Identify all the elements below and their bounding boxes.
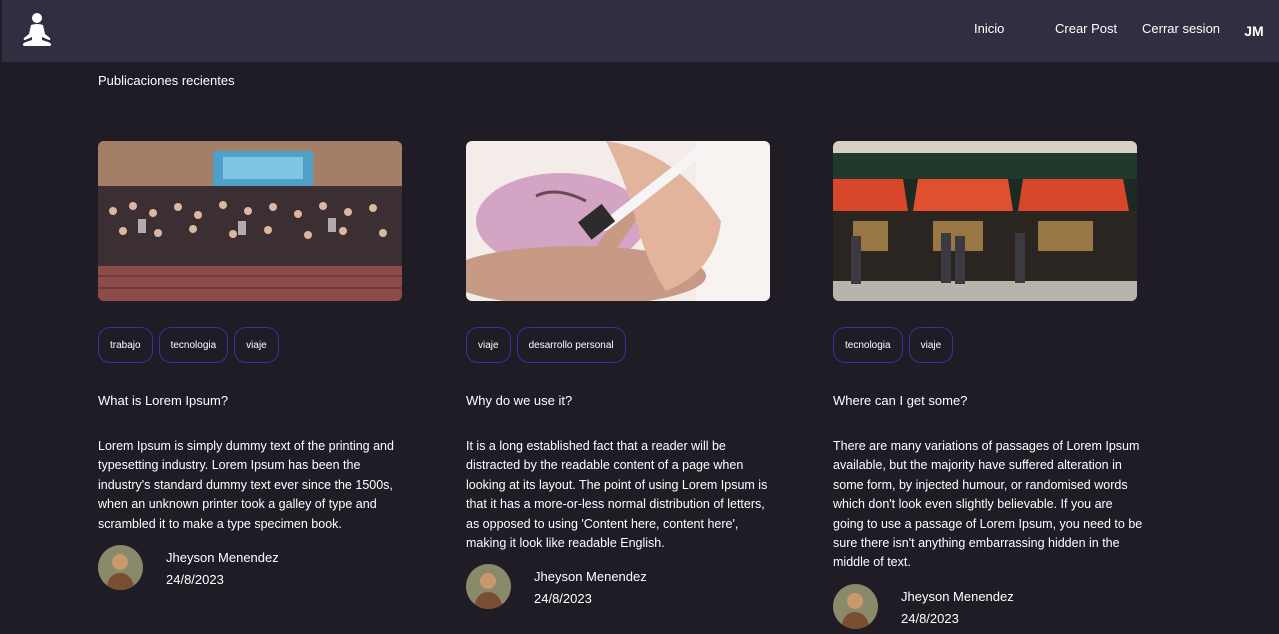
- top-navbar: Inicio Crear Post Cerrar sesion JM: [2, 0, 1279, 62]
- author-name: Jheyson Menendez: [901, 588, 1014, 604]
- post-date: 24/8/2023: [166, 572, 224, 588]
- tag-chip[interactable]: tecnologia: [158, 327, 229, 363]
- tag-chip[interactable]: viaje: [466, 327, 511, 363]
- conference-crowd-photo[interactable]: [98, 141, 402, 301]
- nav-link-inicio[interactable]: Inicio: [974, 21, 1004, 36]
- post-card: trabajo tecnologia viaje What is Lorem I…: [98, 141, 408, 595]
- street-storefront-photo[interactable]: [833, 141, 1137, 301]
- author-name: Jheyson Menendez: [534, 569, 647, 585]
- tag-chip[interactable]: viaje: [234, 327, 279, 363]
- post-title[interactable]: What is Lorem Ipsum?: [98, 393, 408, 409]
- tag-chip[interactable]: tecnologia: [833, 327, 903, 363]
- post-card: viaje desarrollo personal Why do we use …: [466, 141, 776, 614]
- post-author: Jheyson Menendez 24/8/2023: [98, 545, 408, 595]
- section-title: Publicaciones recientes: [98, 73, 235, 88]
- post-date: 24/8/2023: [534, 591, 592, 607]
- tag-list: tecnologia viaje: [833, 327, 1143, 365]
- author-avatar[interactable]: [466, 564, 511, 610]
- nav-link-cerrar-sesion[interactable]: Cerrar sesion: [1142, 21, 1220, 36]
- tag-list: viaje desarrollo personal: [466, 327, 776, 365]
- post-title[interactable]: Why do we use it?: [466, 393, 776, 409]
- post-excerpt: Lorem Ipsum is simply dummy text of the …: [98, 439, 394, 531]
- tag-chip[interactable]: desarrollo personal: [516, 327, 626, 363]
- post-date: 24/8/2023: [901, 610, 959, 626]
- post-excerpt: There are many variations of passages of…: [833, 439, 1143, 570]
- tag-chip[interactable]: trabajo: [98, 327, 153, 363]
- meditation-icon[interactable]: [20, 12, 54, 48]
- author-avatar[interactable]: [833, 583, 878, 629]
- facial-mask-photo[interactable]: [466, 141, 770, 301]
- tag-chip[interactable]: viaje: [908, 327, 954, 363]
- post-card: tecnologia viaje Where can I get some? T…: [833, 141, 1143, 634]
- post-author: Jheyson Menendez 24/8/2023: [466, 564, 776, 614]
- user-avatar[interactable]: JM: [1238, 15, 1270, 47]
- author-name: Jheyson Menendez: [166, 550, 279, 566]
- tag-list: trabajo tecnologia viaje: [98, 327, 408, 365]
- author-avatar[interactable]: [98, 545, 143, 591]
- post-excerpt: It is a long established fact that a rea…: [466, 439, 768, 551]
- nav-link-crear-post[interactable]: Crear Post: [1055, 21, 1117, 36]
- post-title[interactable]: Where can I get some?: [833, 393, 1143, 409]
- post-author: Jheyson Menendez 24/8/2023: [833, 583, 1143, 634]
